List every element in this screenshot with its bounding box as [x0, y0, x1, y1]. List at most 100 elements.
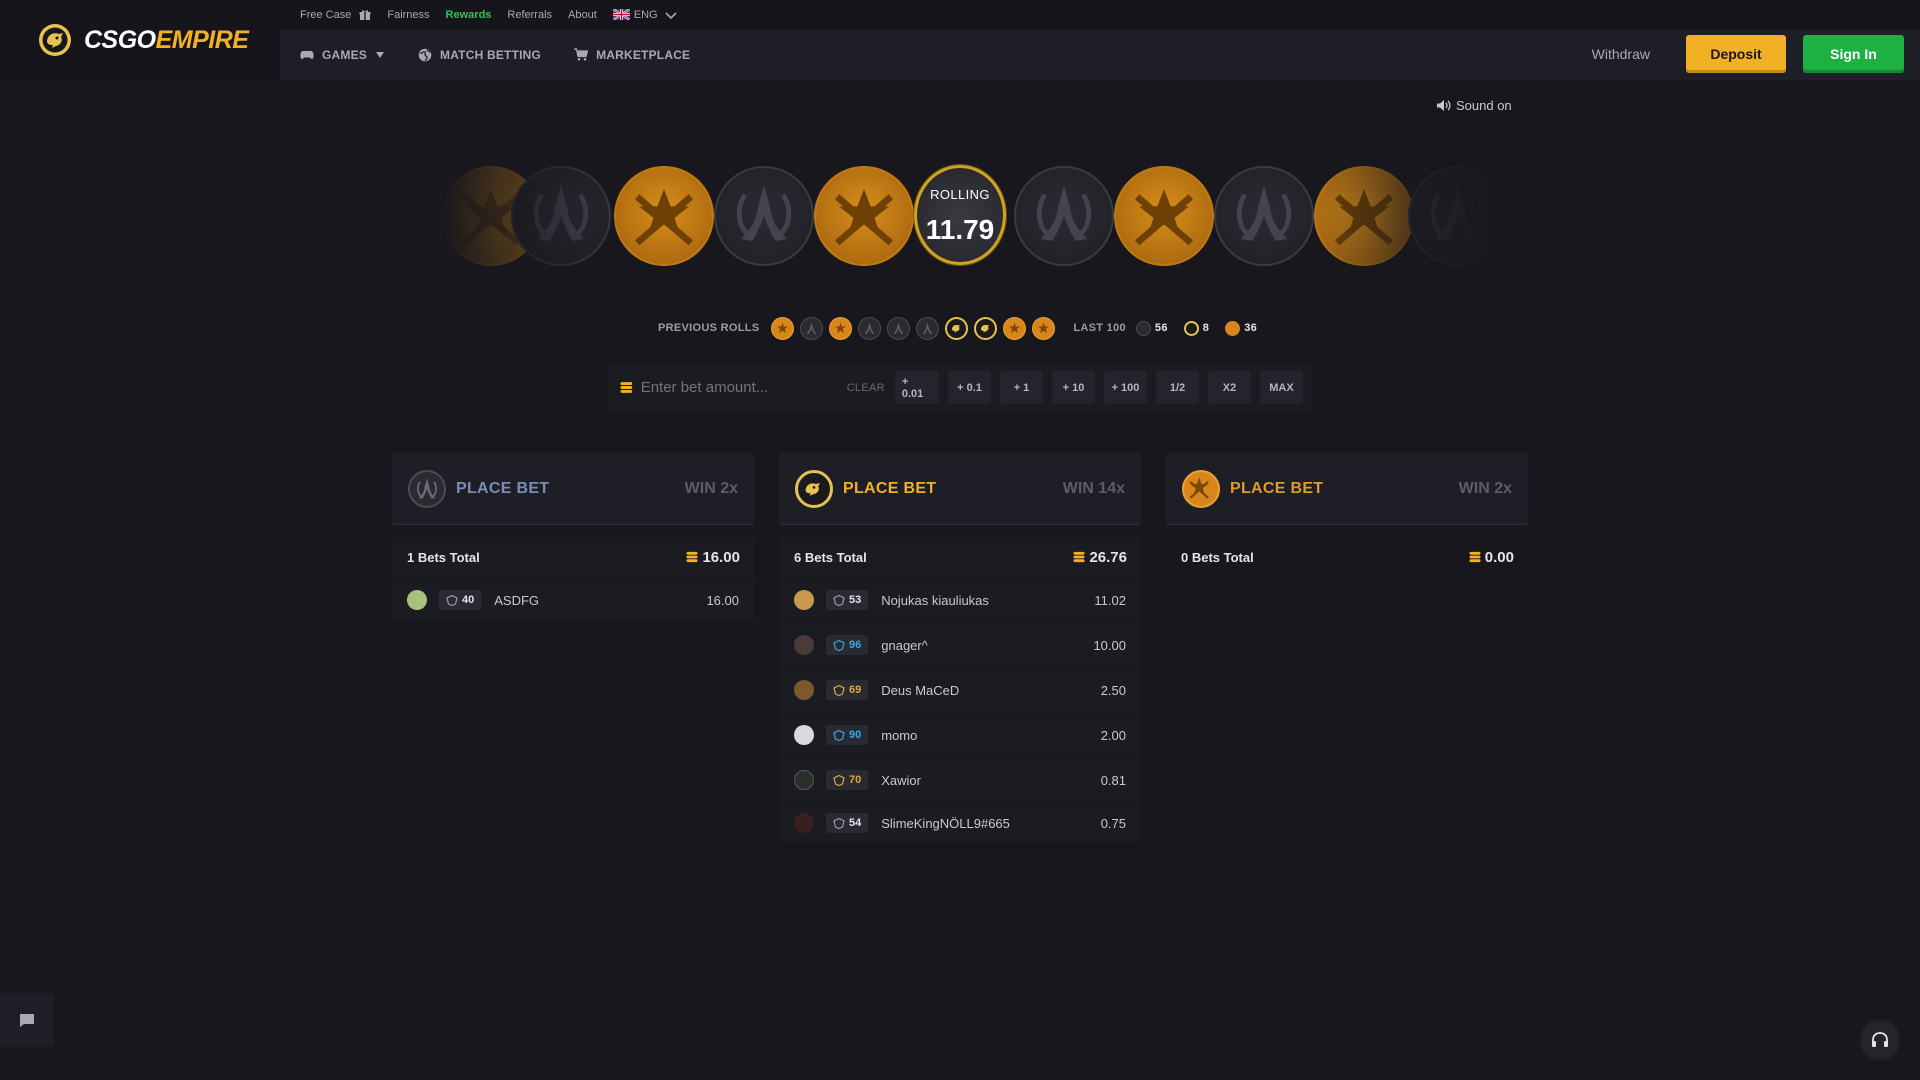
nav-marketplace-label: MARKETPLACE — [596, 47, 691, 62]
last-100-t-count: 36 — [1244, 322, 1258, 334]
toplink-about-label: About — [568, 8, 597, 21]
bettor-name[interactable]: SlimeKingNÖLL9#665 — [881, 816, 1010, 831]
avatar[interactable] — [794, 680, 814, 700]
place-bet-bonus-button[interactable]: PLACE BET WIN 14x — [779, 453, 1141, 525]
level-shield-icon — [833, 774, 845, 786]
double-button[interactable]: X2 — [1208, 371, 1251, 404]
bonus-emblem-icon — [981, 324, 990, 333]
nav-games-label: GAMES — [322, 47, 368, 62]
cart-icon — [574, 48, 589, 61]
bettor-name[interactable]: Nojukas kiauliukas — [881, 593, 989, 608]
add-10-button[interactable]: + 10 — [1052, 371, 1095, 404]
t-stat-icon — [1225, 320, 1241, 336]
last-100-label: LAST 100 — [1073, 322, 1126, 334]
top-links: Free Case Fairness Rewards Referrals Abo… — [300, 0, 694, 29]
bonus-badge-icon — [795, 469, 833, 508]
coin-stack-icon — [1073, 551, 1085, 563]
gift-icon — [359, 9, 371, 20]
bet-row: 90 momo 2.00 — [779, 712, 1141, 757]
t-bets-total: 0 Bets Total 0.00 — [1166, 537, 1528, 577]
nav-match-betting[interactable]: MATCH BETTING — [418, 48, 541, 62]
sound-label: Sound on — [1456, 98, 1512, 113]
sign-in-button[interactable]: Sign In — [1803, 35, 1904, 73]
bet-amount-input[interactable] — [640, 372, 840, 403]
last-100-stats: LAST 100 56 8 36 — [1073, 320, 1269, 336]
bonus-bets-panel: 6 Bets Total 26.76 53 Nojukas kiauliukas… — [779, 537, 1141, 843]
level-badge: 69 — [826, 680, 869, 700]
toplink-fairness[interactable]: Fairness — [387, 9, 429, 21]
avatar[interactable] — [794, 813, 814, 833]
bettor-name[interactable]: momo — [881, 728, 917, 743]
deposit-button[interactable]: Deposit — [1686, 35, 1786, 73]
toplink-about[interactable]: About — [568, 9, 597, 21]
bonus-stat-icon — [1183, 320, 1199, 336]
clear-button[interactable]: CLEAR — [847, 382, 885, 394]
level-badge: 53 — [826, 590, 869, 610]
chevron-down-icon — [665, 11, 677, 19]
language-select[interactable]: ENG — [612, 9, 678, 21]
previous-roll-ct — [916, 316, 940, 340]
avatar[interactable] — [794, 590, 814, 610]
nav-games[interactable]: GAMES — [300, 48, 385, 62]
place-bet-ct-button[interactable]: PLACE BET WIN 2x — [392, 453, 754, 525]
avatar[interactable] — [407, 590, 427, 610]
ct-badge-icon — [408, 469, 446, 508]
bet-amount: 2.50 — [1100, 682, 1126, 698]
level-badge: 54 — [826, 813, 869, 833]
level-badge: 40 — [439, 590, 482, 610]
speaker-icon — [1437, 100, 1451, 111]
t-total-amount-value: 0.00 — [1484, 548, 1514, 566]
level-shield-icon — [833, 594, 845, 606]
logo-text-white: CSGO — [84, 25, 156, 54]
bettor-name[interactable]: gnager^ — [881, 638, 928, 653]
ct-stat-icon — [1135, 320, 1151, 336]
t-emblem-icon — [1038, 322, 1050, 333]
bonus-total-amount-value: 26.76 — [1089, 548, 1127, 566]
support-button[interactable] — [1860, 1020, 1900, 1060]
nav-marketplace[interactable]: MARKETPLACE — [574, 48, 690, 62]
roulette-coin-ct — [714, 166, 814, 266]
chat-button[interactable] — [0, 993, 54, 1047]
previous-roll-t — [1032, 316, 1056, 340]
bettor-name[interactable]: Xawior — [881, 773, 921, 788]
t-panel-win: WIN 2x — [1458, 479, 1512, 497]
toplink-referrals[interactable]: Referrals — [507, 9, 552, 21]
add-100-button[interactable]: + 100 — [1104, 371, 1147, 404]
toplink-rewards[interactable]: Rewards — [446, 9, 492, 21]
avatar[interactable] — [794, 770, 814, 790]
t-emblem-icon — [835, 322, 847, 333]
header-actions: Withdraw Deposit Sign In — [1592, 35, 1904, 73]
bettor-name[interactable]: Deus MaCeD — [881, 683, 959, 698]
max-button[interactable]: MAX — [1260, 371, 1303, 404]
roulette-coin-ct — [1014, 166, 1114, 266]
t-total-amount: 0.00 — [1469, 549, 1514, 566]
roll-value: 11.79 — [925, 214, 995, 245]
sound-toggle[interactable]: Sound on — [1436, 98, 1512, 113]
avatar[interactable] — [794, 725, 814, 745]
add-1-button[interactable]: + 1 — [1000, 371, 1043, 404]
uk-flag-icon — [612, 9, 630, 20]
ct-total-amount-value: 16.00 — [702, 548, 740, 566]
toplink-fairness-label: Fairness — [387, 8, 430, 21]
add-0.1-button[interactable]: + 0.1 — [948, 371, 991, 404]
previous-rolls: PREVIOUS ROLLS LAST 100 56 8 36 — [658, 316, 1269, 340]
coin-stack-icon — [620, 382, 633, 393]
level-shield-icon — [833, 684, 845, 696]
place-bet-t-button[interactable]: PLACE BET WIN 2x — [1166, 453, 1528, 525]
avatar[interactable] — [794, 635, 814, 655]
ct-emblem-icon — [922, 322, 933, 334]
level-value: 53 — [849, 594, 862, 606]
level-value: 90 — [849, 729, 862, 741]
bet-input-row: CLEAR + 0.01 + 0.1 + 1 + 10 + 100 1/2 X2… — [608, 362, 1312, 413]
add-0.01-button[interactable]: + 0.01 — [894, 371, 939, 404]
ct-panel-title: PLACE BET — [456, 479, 550, 497]
toplink-free-case[interactable]: Free Case — [300, 9, 371, 21]
bettor-name[interactable]: ASDFG — [494, 593, 539, 608]
bonus-total-label: 6 Bets Total — [794, 549, 867, 565]
ct-emblem-icon — [1236, 185, 1292, 241]
withdraw-link[interactable]: Withdraw — [1592, 46, 1650, 62]
headset-icon — [1872, 1032, 1888, 1047]
logo[interactable]: CSGOEMPIRE — [0, 0, 280, 80]
half-button[interactable]: 1/2 — [1156, 371, 1199, 404]
caret-down-icon — [376, 51, 385, 58]
